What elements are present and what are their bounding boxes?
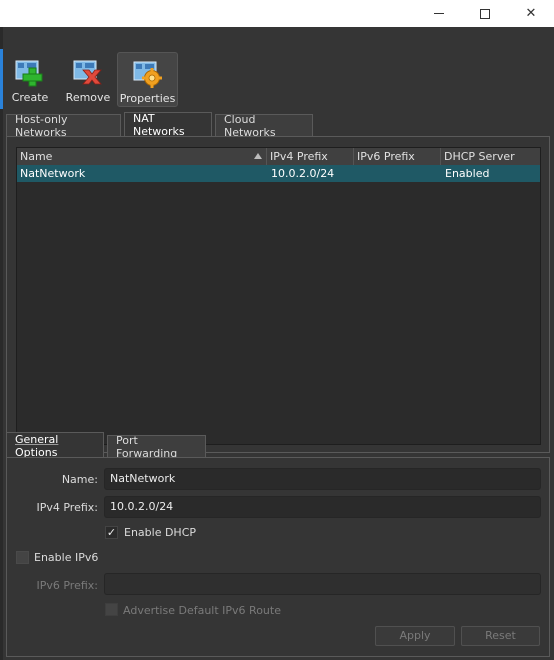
enable-dhcp-checkbox[interactable]: ✓ — [105, 526, 118, 539]
column-dhcp-label: DHCP Server — [444, 150, 515, 163]
tab-cloud-networks[interactable]: Cloud Networks — [215, 112, 313, 139]
tab-general-label: General Options — [15, 432, 59, 459]
close-button[interactable]: ✕ — [508, 0, 554, 27]
reset-label: Reset — [485, 629, 516, 642]
apply-button[interactable]: Apply — [375, 626, 455, 646]
remove-button[interactable]: Remove — [64, 52, 112, 107]
focus-accent — [0, 49, 3, 109]
ipv4-prefix-field[interactable]: 10.0.2.0/24 — [104, 496, 541, 518]
tab-port-forwarding[interactable]: Port Forwarding — [107, 433, 206, 460]
properties-button[interactable]: Properties — [117, 52, 178, 107]
tab-nat-networks[interactable]: NAT Networks — [124, 112, 212, 138]
left-border — [0, 27, 3, 660]
name-label: Name: — [61, 473, 98, 486]
maximize-button[interactable] — [462, 0, 508, 27]
network-table[interactable]: Name IPv4 Prefix IPv6 Prefix DHCP Server… — [16, 147, 541, 445]
enable-ipv6-checkbox[interactable] — [16, 551, 29, 564]
sort-ascending-icon — [254, 153, 262, 159]
column-header-ipv6[interactable]: IPv6 Prefix — [354, 148, 441, 165]
name-field[interactable]: NatNetwork — [104, 468, 541, 490]
column-header-name[interactable]: Name — [17, 148, 267, 165]
column-ipv4-label: IPv4 Prefix — [270, 150, 328, 163]
name-value: NatNetwork — [110, 472, 176, 485]
maximize-icon — [480, 8, 490, 19]
tab-cloud-label: Cloud Networks — [224, 112, 276, 139]
ipv6-prefix-field[interactable] — [104, 573, 541, 595]
ipv4-prefix-label: IPv4 Prefix: — [36, 501, 98, 514]
minimize-icon — [434, 13, 444, 14]
tab-host-only-networks[interactable]: Host-only Networks — [6, 112, 121, 139]
title-bar: ✕ — [0, 0, 554, 27]
column-ipv6-label: IPv6 Prefix — [357, 150, 415, 163]
close-icon: ✕ — [525, 6, 537, 21]
ipv6-prefix-label: IPv6 Prefix: — [36, 579, 98, 592]
remove-network-icon — [71, 56, 105, 88]
tab-host-only-label: Host-only Networks — [15, 112, 68, 139]
tab-port-forwarding-label: Port Forwarding — [116, 433, 178, 460]
column-header-dhcp[interactable]: DHCP Server — [441, 148, 540, 165]
reset-button[interactable]: Reset — [461, 626, 540, 646]
cell-dhcp: Enabled — [445, 167, 490, 180]
column-name-label: Name — [20, 150, 53, 163]
advertise-route-label: Advertise Default IPv6 Route — [123, 604, 281, 617]
advertise-route-checkbox[interactable] — [105, 603, 118, 616]
create-label: Create — [11, 91, 49, 104]
enable-ipv6-label: Enable IPv6 — [34, 551, 99, 564]
table-header: Name IPv4 Prefix IPv6 Prefix DHCP Server — [17, 148, 540, 165]
create-network-icon — [13, 56, 47, 88]
network-manager: Create Remove Properties Host-only Netwo… — [0, 27, 554, 660]
tab-general-options[interactable]: General Options — [6, 432, 104, 459]
create-button[interactable]: Create — [8, 52, 52, 107]
properties-gear-icon — [131, 57, 165, 89]
minimize-button[interactable] — [416, 0, 462, 27]
properties-label: Properties — [119, 92, 176, 105]
apply-label: Apply — [399, 629, 431, 642]
cell-ipv4: 10.0.2.0/24 — [271, 167, 335, 180]
checkmark-icon: ✓ — [106, 526, 117, 539]
enable-dhcp-label: Enable DHCP — [124, 526, 197, 539]
remove-label: Remove — [65, 91, 111, 104]
cell-name: NatNetwork — [20, 167, 86, 180]
table-row[interactable]: NatNetwork 10.0.2.0/24 Enabled — [17, 165, 540, 182]
column-header-ipv4[interactable]: IPv4 Prefix — [267, 148, 354, 165]
ipv4-prefix-value: 10.0.2.0/24 — [110, 500, 174, 513]
tab-nat-label: NAT Networks — [133, 112, 185, 138]
